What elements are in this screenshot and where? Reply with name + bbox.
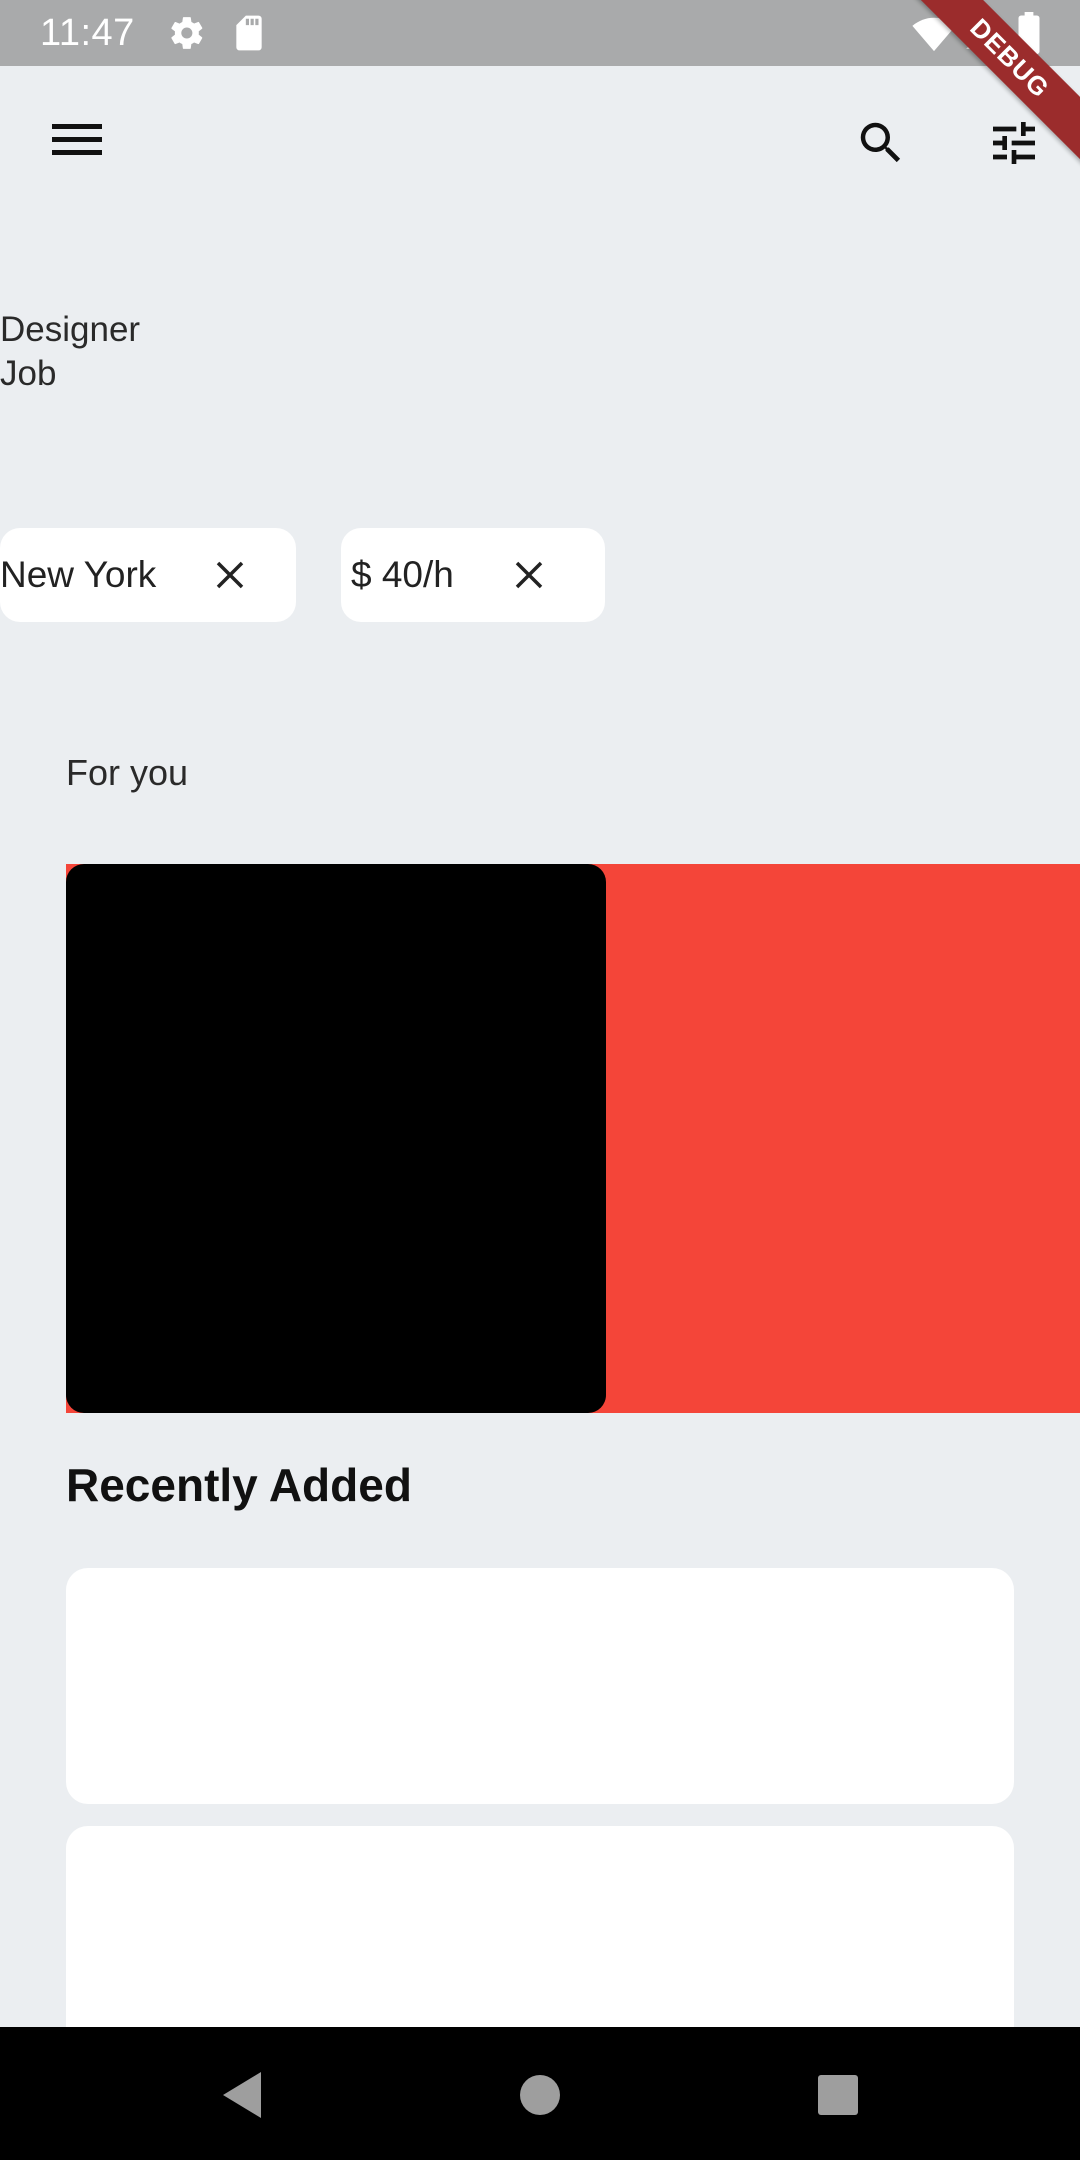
recents-button[interactable] <box>800 2057 876 2133</box>
job-card[interactable] <box>66 864 606 1413</box>
app-bar <box>0 66 1080 220</box>
chip-label: New York <box>0 554 157 595</box>
status-time: 11:47 <box>40 12 135 54</box>
filter-chip-rate[interactable]: $ 40/h <box>341 528 605 622</box>
search-icon <box>860 122 901 163</box>
filter-button[interactable] <box>978 108 1050 178</box>
title-line-2: Job <box>0 354 57 393</box>
page-title: Designer Job <box>0 308 140 396</box>
job-carousel[interactable] <box>66 864 1080 1413</box>
filter-chip-location[interactable]: New York <box>0 528 296 622</box>
navigation-bar <box>0 2027 1080 2160</box>
status-bar: 11:47 <box>0 0 1080 66</box>
gear-icon <box>168 14 206 57</box>
close-icon[interactable] <box>210 555 250 595</box>
title-line-1: Designer <box>0 310 141 349</box>
menu-icon <box>52 124 102 155</box>
home-button[interactable] <box>502 2057 578 2133</box>
menu-button[interactable] <box>40 110 114 170</box>
tune-icon <box>993 122 1035 164</box>
recent-job-card[interactable] <box>66 1568 1014 1804</box>
close-icon[interactable] <box>509 555 549 595</box>
back-button[interactable] <box>204 2057 280 2133</box>
home-circle-icon <box>520 2075 560 2115</box>
sd-card-icon <box>232 14 266 57</box>
search-button[interactable] <box>846 108 916 178</box>
chip-label: $ 40/h <box>351 554 454 595</box>
section-heading-recently-added: Recently Added <box>66 1459 412 1511</box>
section-heading-for-you: For you <box>66 752 189 793</box>
app-screen: 11:47 DEBUG Designer Job New York $ 40/h… <box>0 0 1080 2160</box>
back-triangle-icon <box>223 2072 261 2118</box>
recents-square-icon <box>818 2075 858 2115</box>
